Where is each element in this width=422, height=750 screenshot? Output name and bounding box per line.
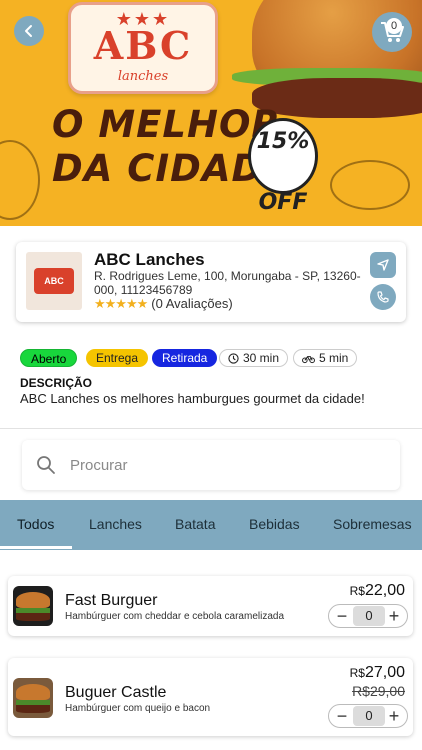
- currency-symbol: R$: [349, 584, 365, 598]
- tab-bebidas[interactable]: Bebidas: [249, 516, 300, 532]
- delivery-time-badge: 5 min: [293, 349, 358, 367]
- clock-icon: [228, 352, 239, 364]
- back-button[interactable]: [14, 16, 44, 46]
- cart-count-badge: 0: [386, 18, 402, 34]
- promo-label: OFF: [258, 190, 308, 215]
- prep-time-badge: 30 min: [219, 349, 289, 367]
- delivery-time-text: 5 min: [319, 351, 349, 365]
- navigate-button[interactable]: [370, 252, 396, 278]
- tab-lanches[interactable]: Lanches: [89, 516, 142, 532]
- product-price: R$22,00: [350, 582, 405, 600]
- brand-logo: ★★★ ABC lanches: [68, 2, 218, 94]
- call-button[interactable]: [370, 284, 396, 310]
- product-name: Buguer Castle: [65, 684, 167, 701]
- rating-stars-icon: ★★★★★: [94, 296, 148, 311]
- logo-subtext: lanches: [117, 69, 169, 84]
- price-value: 22,00: [364, 582, 405, 599]
- section-divider: [0, 428, 422, 429]
- product-image: [13, 678, 53, 718]
- tab-todos[interactable]: Todos: [17, 516, 54, 532]
- store-rating[interactable]: ★★★★★ (0 Avaliações): [94, 296, 233, 312]
- quantity-value: 0: [353, 606, 385, 626]
- decrease-button[interactable]: −: [331, 605, 353, 627]
- description-text: ABC Lanches os melhores hamburgues gourm…: [20, 391, 365, 406]
- product-card[interactable]: Fast Burguer Hambúrguer com cheddar e ce…: [8, 576, 413, 636]
- delivery-badge: Entrega: [86, 349, 149, 367]
- store-logo: ABC: [26, 252, 82, 310]
- product-description: Hambúrguer com cheddar e cebola carameli…: [65, 611, 285, 622]
- phone-icon: [377, 291, 389, 303]
- pickup-badge: Retirada: [152, 349, 218, 367]
- store-info-card: ABC ABC Lanches R. Rodrigues Leme, 100, …: [16, 242, 406, 322]
- promo-percent: 15%: [256, 129, 310, 154]
- store-address: R. Rodrigues Leme, 100, Morungaba - SP, …: [94, 269, 361, 297]
- increase-button[interactable]: +: [383, 605, 405, 627]
- category-tabs: Todos Lanches Batata Bebidas Sobremesas: [0, 500, 422, 550]
- logo-text: ABC: [93, 23, 193, 68]
- price-value: 27,00: [364, 664, 405, 681]
- store-logo-text: ABC: [34, 268, 74, 294]
- store-page: ★★★ ABC lanches O MELHOR DA CIDADE 15% O…: [0, 0, 422, 750]
- status-open-badge: Aberto: [20, 349, 78, 367]
- active-tab-indicator: [0, 546, 72, 549]
- currency-symbol: R$: [349, 666, 365, 680]
- navigation-arrow-icon: [377, 259, 389, 271]
- product-description: Hambúrguer com queijo e bacon: [65, 703, 211, 714]
- quantity-stepper: − 0 +: [328, 604, 408, 628]
- search-icon: [37, 456, 55, 474]
- product-old-price: R$29,00: [352, 683, 405, 699]
- chevron-left-icon: [25, 25, 32, 37]
- product-name: Fast Burguer: [65, 592, 158, 609]
- store-name: ABC Lanches: [94, 250, 205, 269]
- bicycle-icon: [302, 355, 315, 363]
- rating-count: (0 Avaliações): [151, 296, 233, 311]
- tab-batata[interactable]: Batata: [175, 516, 215, 532]
- prep-time-text: 30 min: [243, 351, 280, 365]
- banner-headline-line1: O MELHOR: [52, 103, 281, 146]
- product-card[interactable]: Buguer Castle Hambúrguer com queijo e ba…: [8, 658, 413, 736]
- promo-badge: 15% OFF: [248, 118, 318, 215]
- product-price: R$27,00: [350, 664, 405, 682]
- description-title: DESCRIÇÃO: [20, 376, 93, 390]
- sketch-decoration: [0, 140, 40, 220]
- increase-button[interactable]: +: [383, 705, 405, 727]
- search-input[interactable]: [70, 456, 370, 474]
- decrease-button[interactable]: −: [331, 705, 353, 727]
- tab-sobremesas[interactable]: Sobremesas: [333, 516, 412, 532]
- quantity-value: 0: [353, 706, 385, 726]
- product-image: [13, 586, 53, 626]
- search-bar[interactable]: [22, 440, 400, 490]
- sketch-decoration: [330, 160, 410, 210]
- quantity-stepper: − 0 +: [328, 704, 408, 728]
- store-banner: ★★★ ABC lanches O MELHOR DA CIDADE 15% O…: [0, 0, 422, 226]
